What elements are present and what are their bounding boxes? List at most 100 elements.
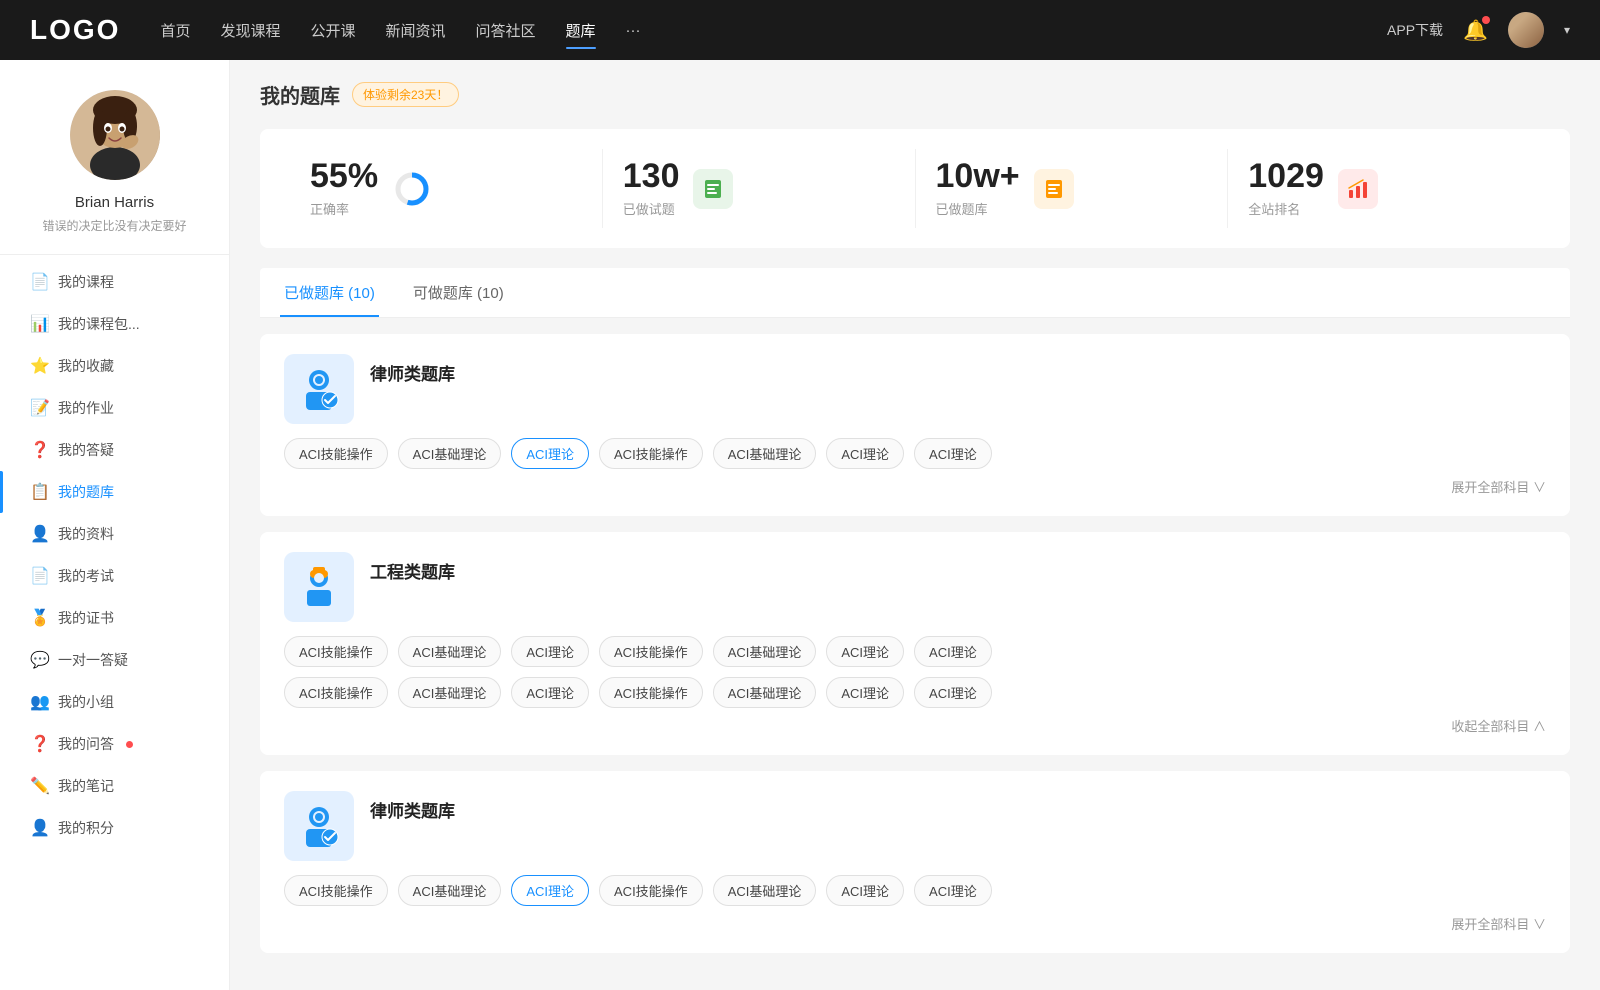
sidebar-motto: 错误的决定比没有决定要好	[22, 217, 206, 234]
sidebar-item-我的积分[interactable]: 👤我的积分	[0, 807, 229, 849]
tag-item[interactable]: ACI基础理论	[713, 636, 817, 667]
qbank-title: 工程类题库	[370, 552, 455, 583]
nav-links: 首页 发现课程 公开课 新闻资讯 问答社区 题库 ···	[160, 16, 1387, 45]
menu-label: 我的资料	[58, 524, 114, 544]
sidebar-item-我的答疑[interactable]: ❓ 我的答疑	[0, 429, 229, 471]
stats-card: 55%正确率130已做试题10w+已做题库1029全站排名	[260, 129, 1570, 248]
tab-1[interactable]: 可做题库 (10)	[409, 268, 508, 317]
tab-0[interactable]: 已做题库 (10)	[280, 268, 379, 317]
tags-row: ACI技能操作 ACI基础理论 ACI理论 ACI技能操作 ACI基础理论 ACI理论 AC…	[284, 875, 1546, 906]
menu-label: 我的笔记	[58, 776, 114, 796]
expand-link[interactable]: 展开全部科目 ∨	[284, 477, 1546, 496]
notification-bell[interactable]: 🔔	[1463, 18, 1488, 43]
menu-icon: 🏅	[30, 608, 48, 628]
qbank-header: 律师类题库	[284, 354, 1546, 424]
tags-row: ACI技能操作 ACI基础理论 ACI理论 ACI技能操作 ACI基础理论 ACI理论 AC…	[284, 438, 1546, 469]
nav-link-公开课[interactable]: 公开课	[310, 16, 355, 45]
stat-label-2: 已做题库	[936, 199, 1020, 218]
menu-icon: 📄	[30, 272, 48, 292]
qbank-card-0: 律师类题库ACI技能操作ACI基础理论ACI理论ACI技能操作ACI基础理论AC…	[260, 334, 1570, 516]
trial-badge: 体验剩余23天！	[352, 82, 459, 107]
menu-label: 我的课程包...	[58, 314, 140, 334]
sidebar-avatar	[70, 90, 160, 180]
tag-item[interactable]: ACI基础理论	[713, 875, 817, 906]
tag-item[interactable]: ACI理论	[511, 677, 589, 708]
stat-value-1: 130	[623, 159, 680, 193]
sidebar-item-我的问答[interactable]: ❓我的问答	[0, 723, 229, 765]
menu-label: 我的问答	[58, 734, 114, 754]
stat-item-2: 10w+ 已做题库	[916, 149, 1229, 228]
tags-row: ACI技能操作 ACI基础理论 ACI理论 ACI技能操作 ACI基础理论 ACI理论 AC…	[284, 636, 1546, 667]
stat-icon-2	[1034, 169, 1074, 209]
tag-item[interactable]: ACI基础理论	[398, 438, 502, 469]
tag-item[interactable]: ACI基础理论	[713, 677, 817, 708]
sidebar-item-我的考试[interactable]: 📄我的考试	[0, 555, 229, 597]
menu-label: 我的证书	[58, 608, 114, 628]
menu-icon: ⭐	[30, 356, 48, 376]
collapse-link[interactable]: 收起全部科目 ∧	[284, 716, 1546, 735]
navbar: LOGO 首页 发现课程 公开课 新闻资讯 问答社区 题库 ··· APP下载 🔔 ▾	[0, 0, 1600, 60]
sidebar-item-我的收藏[interactable]: ⭐ 我的收藏	[0, 345, 229, 387]
sidebar-item-我的小组[interactable]: 👥我的小组	[0, 681, 229, 723]
sidebar-item-我的课程包...[interactable]: 📊 我的课程包...	[0, 303, 229, 345]
tag-item[interactable]: ACI技能操作	[284, 677, 388, 708]
menu-icon: 📊	[30, 314, 48, 334]
tag-item[interactable]: ACI基础理论	[398, 636, 502, 667]
sidebar-item-我的资料[interactable]: 👤我的资料	[0, 513, 229, 555]
tag-item[interactable]: ACI技能操作	[599, 438, 703, 469]
sidebar-item-我的作业[interactable]: 📝我的作业	[0, 387, 229, 429]
expand-link[interactable]: 展开全部科目 ∨	[284, 914, 1546, 933]
tag-item[interactable]: ACI理论	[511, 636, 589, 667]
tag-item[interactable]: ACI技能操作	[599, 677, 703, 708]
app-download-link[interactable]: APP下载	[1387, 20, 1443, 40]
tag-item[interactable]: ACI技能操作	[599, 875, 703, 906]
qbanks-container: 律师类题库ACI技能操作ACI基础理论ACI理论ACI技能操作ACI基础理论AC…	[260, 334, 1570, 953]
nav-link-首页[interactable]: 首页	[160, 16, 190, 45]
tag-item[interactable]: ACI理论	[511, 438, 589, 469]
nav-logo[interactable]: LOGO	[30, 14, 120, 46]
tag-item[interactable]: ACI技能操作	[284, 875, 388, 906]
sidebar-item-我的笔记[interactable]: ✏️我的笔记	[0, 765, 229, 807]
stat-value-2: 10w+	[936, 159, 1020, 193]
sidebar-item-我的课程[interactable]: 📄我的课程	[0, 261, 229, 303]
tabs-bar: 已做题库 (10) 可做题库 (10)	[260, 268, 1570, 318]
notification-dot	[1482, 16, 1490, 24]
tag-item[interactable]: ACI基础理论	[713, 438, 817, 469]
user-avatar[interactable]	[1508, 12, 1544, 48]
sidebar-item-一对一答疑[interactable]: 💬一对一答疑	[0, 639, 229, 681]
stat-label-0: 正确率	[310, 199, 378, 218]
sidebar-item-我的题库[interactable]: 📋我的题库	[0, 471, 229, 513]
tag-item[interactable]: ACI基础理论	[398, 875, 502, 906]
page-header: 我的题库 体验剩余23天！	[260, 80, 1570, 109]
menu-label: 我的积分	[58, 818, 114, 838]
tag-item[interactable]: ACI理论	[914, 677, 992, 708]
tag-item[interactable]: ACI理论	[914, 636, 992, 667]
tag-item[interactable]: ACI基础理论	[398, 677, 502, 708]
menu-icon: 📝	[30, 398, 48, 418]
stat-icon-1	[693, 169, 733, 209]
page-container: Brian Harris 错误的决定比没有决定要好 📄我的课程📊我的课程包...…	[0, 60, 1600, 990]
tag-item[interactable]: ACI理论	[826, 677, 904, 708]
menu-icon: ❓	[30, 440, 48, 460]
tag-item[interactable]: ACI理论	[826, 875, 904, 906]
nav-link-发现课程[interactable]: 发现课程	[220, 16, 280, 45]
nav-link-问答社区[interactable]: 问答社区	[476, 16, 536, 45]
nav-link-题库[interactable]: 题库	[566, 16, 596, 45]
menu-label: 我的收藏	[58, 356, 114, 376]
nav-link-新闻资讯[interactable]: 新闻资讯	[386, 16, 446, 45]
stat-value-3: 1029	[1248, 159, 1324, 193]
tag-item[interactable]: ACI技能操作	[599, 636, 703, 667]
sidebar-item-我的证书[interactable]: 🏅 我的证书	[0, 597, 229, 639]
tag-item[interactable]: ACI理论	[914, 438, 992, 469]
tag-item[interactable]: ACI理论	[826, 636, 904, 667]
tag-item[interactable]: ACI理论	[914, 875, 992, 906]
tag-item[interactable]: ACI技能操作	[284, 636, 388, 667]
tag-item[interactable]: ACI理论	[511, 875, 589, 906]
nav-link-···[interactable]: ···	[626, 18, 641, 43]
avatar-image	[1508, 12, 1544, 48]
tag-item[interactable]: ACI技能操作	[284, 438, 388, 469]
sidebar-menu: 📄我的课程📊我的课程包...⭐我的收藏📝我的作业❓我的答疑📋我的题库👤我的资料📄…	[0, 261, 229, 849]
tag-item[interactable]: ACI理论	[826, 438, 904, 469]
menu-label: 我的答疑	[58, 440, 114, 460]
chevron-down-icon[interactable]: ▾	[1564, 23, 1570, 37]
